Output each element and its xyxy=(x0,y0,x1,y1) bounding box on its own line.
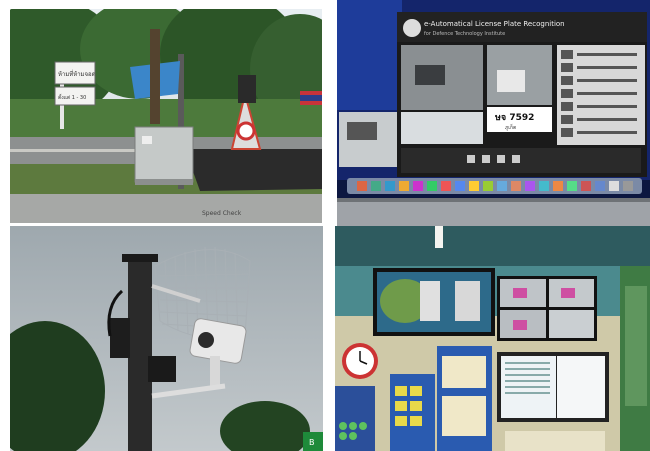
control-room-photo xyxy=(335,226,650,451)
secondary-camera xyxy=(148,356,176,382)
camera-antenna-photo: B xyxy=(10,226,323,451)
speed-sign xyxy=(236,121,256,141)
app-title: e-Automatical License Plate Recognition xyxy=(424,20,565,28)
mounting-pole xyxy=(128,254,152,451)
road-sign-text: B xyxy=(309,438,315,447)
roadside-scene: ห้ามที่ห้ามจอด ตั้งแต่ 1 - 30 Speed Chec… xyxy=(10,9,322,223)
camera-scene: B xyxy=(10,226,323,451)
roadside-photo: ห้ามที่ห้ามจอด ตั้งแต่ 1 - 30 Speed Chec… xyxy=(10,9,322,223)
sign-main: ห้ามที่ห้ามจอด xyxy=(58,70,96,78)
app-subtitle: for Defence Technology Institute xyxy=(424,31,505,37)
equipment-cabinet xyxy=(134,126,194,183)
sign-secondary: Speed Check xyxy=(202,210,242,217)
alpr-screen-photo: e-Automatical License Plate Recognition … xyxy=(337,0,650,226)
plate-province: ภูเก็ต xyxy=(505,123,516,131)
control-room-scene xyxy=(335,226,650,451)
plate-number: ษจ 7592 xyxy=(494,113,534,123)
laptop-scene: e-Automatical License Plate Recognition … xyxy=(337,0,650,226)
notice-board-1 xyxy=(390,374,435,451)
